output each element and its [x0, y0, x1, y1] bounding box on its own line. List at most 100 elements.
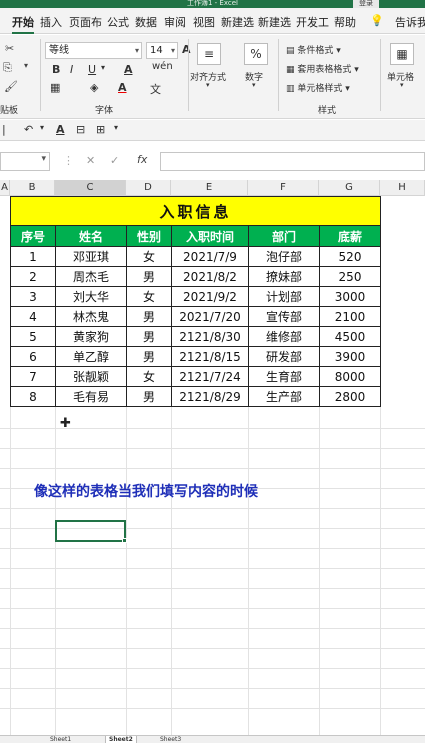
name-box[interactable]: ▾	[0, 152, 50, 171]
table-cell[interactable]: 刘大华	[55, 286, 127, 307]
font-color-icon[interactable]: A	[56, 123, 65, 136]
chevron-down-icon[interactable]: ▾	[252, 81, 256, 89]
table-cell[interactable]: 维修部	[248, 326, 320, 347]
table-cell[interactable]: 250	[319, 266, 381, 287]
table-icon[interactable]: ⊟	[76, 123, 85, 136]
table-cell[interactable]: 女	[126, 286, 172, 307]
cut-icon[interactable]: ✂	[5, 42, 14, 55]
table-cell[interactable]: 女	[126, 246, 172, 267]
cell-styles-button[interactable]: ▥ 单元格样式 ▾	[286, 81, 350, 94]
table-cell[interactable]: 8000	[319, 366, 381, 387]
table-title[interactable]: 入职信息	[10, 196, 381, 226]
table-cell[interactable]: 宣传部	[248, 306, 320, 327]
table-cell[interactable]: 1	[10, 246, 56, 267]
table-cell[interactable]: 男	[126, 306, 172, 327]
table-cell[interactable]: 男	[126, 386, 172, 407]
header-cell[interactable]: 性别	[126, 225, 172, 247]
worksheet-grid[interactable]: A B C D E F G H 入职信息 序号 姓名 性别 入职时间 部门 底薪	[0, 180, 425, 735]
fill-handle[interactable]	[122, 538, 127, 543]
chevron-down-icon[interactable]: ▾	[40, 123, 44, 132]
chevron-down-icon[interactable]: ▾	[206, 81, 210, 89]
tab-tell-me[interactable]: 告诉我	[395, 14, 425, 30]
chevron-down-icon[interactable]: ▾	[24, 61, 28, 70]
underline-button[interactable]: U	[88, 63, 96, 76]
table-cell[interactable]: 3000	[319, 286, 381, 307]
column-header-d[interactable]: D	[126, 180, 171, 196]
table-cell[interactable]: 男	[126, 326, 172, 347]
table-cell[interactable]: 2021/9/2	[171, 286, 249, 307]
table-cell[interactable]: 周杰毛	[55, 266, 127, 287]
table-cell[interactable]: 毛有易	[55, 386, 127, 407]
selected-cell[interactable]	[55, 520, 127, 543]
table-cell[interactable]: 2	[10, 266, 56, 287]
table-cell[interactable]: 4	[10, 306, 56, 327]
header-cell[interactable]: 姓名	[55, 225, 127, 247]
table-cell[interactable]: 林杰鬼	[55, 306, 127, 327]
table-cell[interactable]: 男	[126, 346, 172, 367]
column-header-c[interactable]: C	[55, 180, 126, 196]
table-cell[interactable]: 计划部	[248, 286, 320, 307]
table-cell[interactable]: 单乙醇	[55, 346, 127, 367]
phonetic-icon[interactable]: 文	[150, 81, 161, 97]
header-cell[interactable]: 序号	[10, 225, 56, 247]
table-cell[interactable]: 4500	[319, 326, 381, 347]
table-cell[interactable]: 邓亚琪	[55, 246, 127, 267]
header-cell[interactable]: 部门	[248, 225, 320, 247]
header-cell[interactable]: 底薪	[319, 225, 381, 247]
table-cell[interactable]: 2021/7/20	[171, 306, 249, 327]
chevron-down-icon[interactable]: ▾	[101, 63, 105, 72]
tab-new-2[interactable]: 新建选	[258, 14, 291, 30]
table-cell[interactable]: 2121/7/24	[171, 366, 249, 387]
chevron-down-icon[interactable]: ▾	[114, 123, 118, 132]
header-cell[interactable]: 入职时间	[171, 225, 249, 247]
table-cell[interactable]: 生产部	[248, 386, 320, 407]
tab-insert[interactable]: 插入	[40, 14, 62, 30]
copy-icon[interactable]: ⎘	[3, 61, 12, 75]
table-cell[interactable]: 520	[319, 246, 381, 267]
border-icon[interactable]: ▦	[50, 81, 60, 94]
table-cell[interactable]: 黄家狗	[55, 326, 127, 347]
filter-icon[interactable]: ⊞	[96, 123, 105, 136]
insert-function-button[interactable]: fx	[137, 153, 147, 166]
tab-home[interactable]: 开始	[12, 14, 34, 30]
font-color-icon[interactable]: A	[118, 81, 127, 94]
table-cell[interactable]: 2121/8/15	[171, 346, 249, 367]
table-cell[interactable]: 3	[10, 286, 56, 307]
table-cell[interactable]: 8	[10, 386, 56, 407]
align-icon[interactable]: ≡	[197, 43, 221, 65]
table-cell[interactable]: 3900	[319, 346, 381, 367]
table-cell[interactable]: 2121/8/30	[171, 326, 249, 347]
tab-developer[interactable]: 开发工	[296, 14, 329, 30]
column-header-b[interactable]: B	[10, 180, 55, 196]
table-cell[interactable]: 泡仔部	[248, 246, 320, 267]
table-cell[interactable]: 7	[10, 366, 56, 387]
sheet-tab-2[interactable]: Sheet2	[105, 736, 137, 743]
chevron-down-icon[interactable]: ▾	[400, 81, 404, 89]
undo-icon[interactable]: ↶	[24, 123, 33, 136]
fill-color-icon[interactable]: ◈	[90, 81, 98, 94]
table-cell[interactable]: 男	[126, 266, 172, 287]
sheet-tab-1[interactable]: Sheet1	[50, 736, 71, 743]
tab-formulas[interactable]: 公式	[107, 14, 129, 30]
italic-button[interactable]: I	[70, 63, 73, 76]
percent-icon[interactable]: %	[244, 43, 268, 65]
table-cell[interactable]: 研发部	[248, 346, 320, 367]
table-cell[interactable]: 生育部	[248, 366, 320, 387]
table-format-button[interactable]: ▦ 套用表格格式 ▾	[286, 62, 359, 75]
table-cell[interactable]: 2800	[319, 386, 381, 407]
table-cell[interactable]: 5	[10, 326, 56, 347]
enter-icon[interactable]: ✓	[110, 154, 119, 167]
tab-view[interactable]: 视图	[193, 14, 215, 30]
table-cell[interactable]: 2121/8/29	[171, 386, 249, 407]
column-header-h[interactable]: H	[380, 180, 425, 196]
tab-help[interactable]: 帮助	[334, 14, 356, 30]
table-cell[interactable]: 撩妹部	[248, 266, 320, 287]
table-cell[interactable]: 2021/8/2	[171, 266, 249, 287]
table-cell[interactable]: 张靓颖	[55, 366, 127, 387]
login-button[interactable]: 登录	[353, 0, 379, 8]
cells-icon[interactable]: ▦	[390, 43, 414, 65]
column-header-g[interactable]: G	[319, 180, 380, 196]
table-cell[interactable]: 6	[10, 346, 56, 367]
bold-button[interactable]: B	[52, 63, 60, 76]
table-cell[interactable]: 2100	[319, 306, 381, 327]
